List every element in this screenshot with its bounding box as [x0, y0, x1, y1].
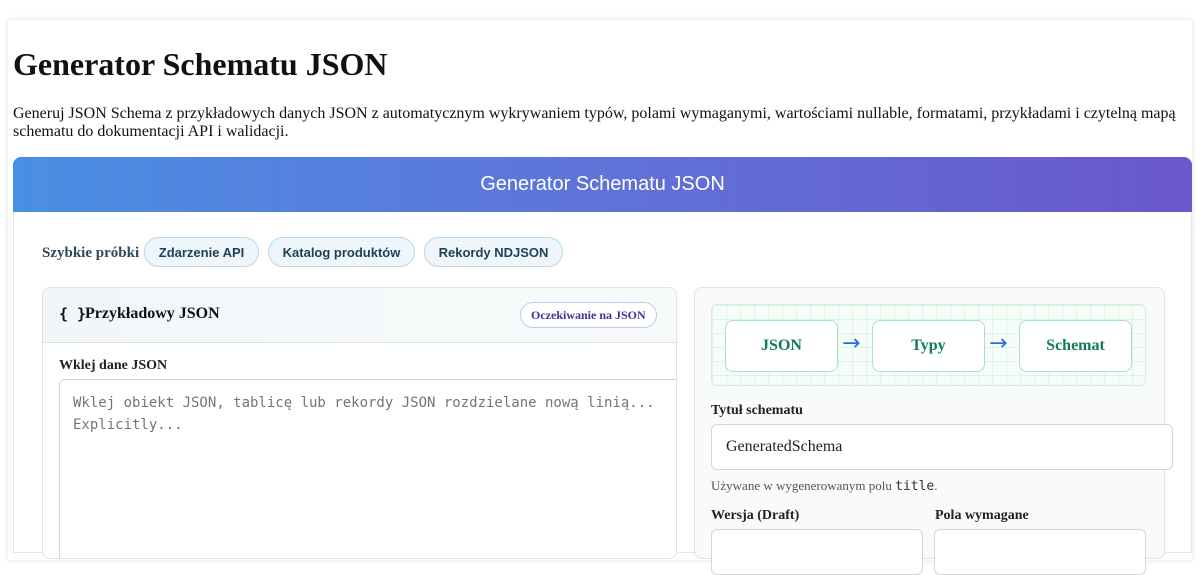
pipeline-step-types: Typy [872, 320, 985, 372]
draft-version-label: Wersja (Draft) [711, 508, 800, 523]
schema-title-label: Tytuł schematu [711, 403, 803, 418]
pipeline-step-schema: Schemat [1019, 320, 1132, 372]
json-input[interactable] [59, 379, 676, 558]
required-fields-select[interactable] [934, 529, 1146, 575]
schema-title-help: Używane w wygenerowanym polu title. [711, 478, 938, 494]
arrow-right-icon: → [842, 331, 861, 356]
braces-icon: { } [59, 305, 87, 323]
draft-version-select[interactable] [711, 529, 923, 575]
help-code: title [895, 479, 935, 494]
pipeline-diagram: JSON → Typy → Schemat [711, 304, 1146, 386]
quick-samples-label: Szybkie próbki [42, 245, 140, 261]
sample-json-card-title: Przykładowy JSON [85, 305, 220, 322]
schema-options-card: JSON → Typy → Schemat Tytuł schematu Uży… [694, 287, 1173, 575]
sample-api-event-button[interactable]: Zdarzenie API [144, 237, 259, 267]
sample-json-card: { } Przykładowy JSON Oczekiwanie na JSON… [42, 287, 677, 559]
arrow-right-icon: → [989, 331, 1008, 356]
help-text: Używane w wygenerowanym polu [711, 478, 896, 493]
sample-ndjson-records-button[interactable]: Rekordy NDJSON [424, 237, 563, 267]
tool-banner: Generator Schematu JSON [13, 157, 1192, 212]
required-fields-label: Pola wymagane [935, 508, 1029, 523]
status-badge: Oczekiwanie na JSON [520, 302, 657, 328]
json-input-label: Wklej dane JSON [59, 358, 168, 373]
sample-product-catalog-button[interactable]: Katalog produktów [268, 237, 415, 267]
pipeline-step-json: JSON [725, 320, 838, 372]
page-intro: Generuj JSON Schema z przykładowych dany… [13, 105, 1176, 140]
schema-title-input[interactable] [711, 424, 1173, 470]
sample-json-card-header: { } Przykładowy JSON Oczekiwanie na JSON [43, 288, 676, 343]
help-suffix: . [934, 478, 938, 493]
page-title: Generator Schematu JSON [13, 46, 388, 82]
